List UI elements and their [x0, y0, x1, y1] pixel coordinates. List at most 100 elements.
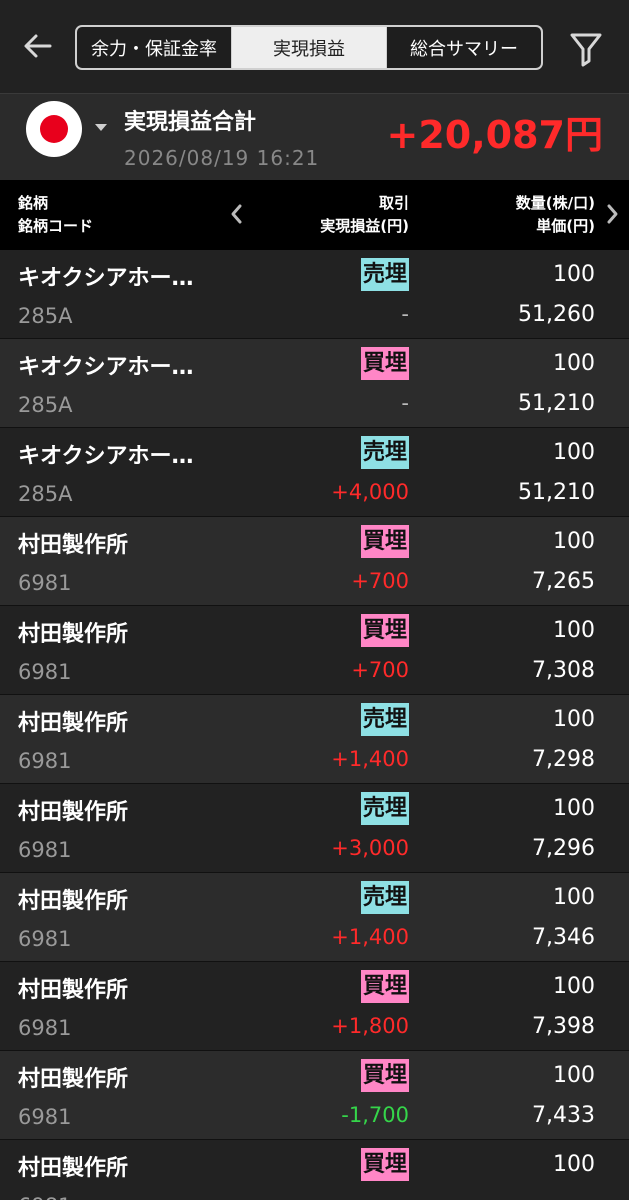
- top-bar: 余力・保証金率 実現損益 総合サマリー: [0, 0, 629, 94]
- quantity: 100: [553, 351, 595, 376]
- trade-type-badge: 買埋: [360, 525, 409, 558]
- header-col-name: 銘柄 銘柄コード: [18, 192, 93, 238]
- chevron-right-icon[interactable]: [603, 202, 621, 226]
- table-row[interactable]: 村田製作所 6981 売埋 +1,400 100 7,346: [0, 873, 629, 962]
- table-row[interactable]: 村田製作所 6981 買埋 +700 100 7,265: [0, 517, 629, 606]
- unit-price: 7,265: [532, 569, 595, 594]
- stock-name: 村田製作所: [18, 533, 129, 558]
- stock-name: キオクシアホー…: [18, 266, 194, 291]
- stock-code: 6981: [18, 927, 72, 951]
- tab-realized-pnl[interactable]: 実現損益: [231, 27, 386, 68]
- chevron-down-icon[interactable]: [95, 124, 107, 131]
- trade-type-badge: 売埋: [360, 792, 409, 825]
- header-name-label: 銘柄: [18, 194, 49, 212]
- stock-name: キオクシアホー…: [18, 444, 194, 469]
- quantity: 100: [553, 974, 595, 999]
- back-arrow-svg: [24, 34, 52, 58]
- stock-name: 村田製作所: [18, 800, 129, 825]
- trade-type-badge: 買埋: [360, 970, 409, 1003]
- quantity: 100: [553, 796, 595, 821]
- quantity: 100: [553, 1063, 595, 1088]
- unit-price: 7,296: [532, 836, 595, 861]
- summary-panel: 実現損益合計 2026/08/19 16:21 +20,087円: [0, 94, 629, 180]
- trade-type-badge: 買埋: [360, 347, 409, 380]
- quantity: 100: [553, 529, 595, 554]
- chevron-left-svg: [231, 204, 242, 224]
- realized-pnl: -1,700: [341, 1103, 409, 1127]
- table-row[interactable]: 村田製作所 6981 買埋 -1,700 100 7,433: [0, 1051, 629, 1140]
- trade-type-badge: 売埋: [360, 881, 409, 914]
- realized-pnl: +3,000: [331, 836, 409, 860]
- header-trade-label: 取引: [378, 194, 409, 212]
- table-row[interactable]: キオクシアホー… 285A 売埋 +4,000 100 51,210: [0, 428, 629, 517]
- stock-name: 村田製作所: [18, 1067, 129, 1092]
- quantity: 100: [553, 618, 595, 643]
- realized-pnl: -: [401, 391, 409, 415]
- stock-code: 6981: [18, 749, 72, 773]
- filter-svg: [570, 33, 602, 67]
- header-pnl-label: 実現損益(円): [320, 217, 409, 235]
- table-row[interactable]: キオクシアホー… 285A 売埋 - 100 51,260: [0, 250, 629, 339]
- unit-price: 7,298: [532, 747, 595, 772]
- summary-total: +20,087円: [386, 113, 603, 157]
- header-price-label: 単価(円): [536, 217, 595, 235]
- realized-pnl: +1,800: [331, 1014, 409, 1038]
- realized-pnl: -: [401, 302, 409, 326]
- unit-price: 7,308: [532, 658, 595, 683]
- realized-pnl: +700: [351, 569, 409, 593]
- stock-code: 285A: [18, 304, 73, 328]
- header-code-label: 銘柄コード: [18, 217, 94, 235]
- stock-name: 村田製作所: [18, 1156, 129, 1181]
- trade-type-badge: 売埋: [360, 703, 409, 736]
- unit-price: 7,398: [532, 1014, 595, 1039]
- tab-summary[interactable]: 総合サマリー: [386, 27, 541, 68]
- stock-code: 6981: [18, 838, 72, 862]
- unit-price: 7,433: [532, 1103, 595, 1128]
- table-row[interactable]: 村田製作所 6981 売埋 +1,400 100 7,298: [0, 695, 629, 784]
- stock-name: キオクシアホー…: [18, 355, 194, 380]
- table-row[interactable]: 村田製作所 6981 売埋 +3,000 100 7,296: [0, 784, 629, 873]
- quantity: 100: [553, 885, 595, 910]
- trade-type-badge: 買埋: [360, 1059, 409, 1092]
- segmented-tabs: 余力・保証金率 実現損益 総合サマリー: [75, 25, 543, 70]
- quantity: 100: [553, 262, 595, 287]
- summary-date: 2026/08/19 16:21: [124, 146, 320, 170]
- table-header: 銘柄 銘柄コード 取引 実現損益(円) 数量(株/口) 単価(円): [0, 180, 629, 250]
- unit-price: 51,210: [518, 480, 595, 505]
- japan-flag-icon[interactable]: [26, 101, 82, 157]
- table-row[interactable]: キオクシアホー… 285A 買埋 - 100 51,210: [0, 339, 629, 428]
- realized-pnl: +4,000: [331, 480, 409, 504]
- filter-icon[interactable]: [566, 28, 606, 68]
- chevron-left-icon[interactable]: [228, 202, 246, 226]
- trade-type-badge: 売埋: [360, 436, 409, 469]
- header-qty-label: 数量(株/口): [515, 194, 595, 212]
- realized-pnl: +1,400: [331, 747, 409, 771]
- trade-type-badge: 買埋: [360, 614, 409, 647]
- stock-name: 村田製作所: [18, 889, 129, 914]
- header-col-qty: 数量(株/口) 単価(円): [516, 192, 595, 238]
- header-col-trade: 取引 実現損益(円): [320, 192, 409, 238]
- quantity: 100: [553, 707, 595, 732]
- stock-name: 村田製作所: [18, 622, 129, 647]
- tab-margin[interactable]: 余力・保証金率: [77, 27, 231, 68]
- stock-name: 村田製作所: [18, 711, 129, 736]
- stock-code: 6981: [18, 660, 72, 684]
- quantity: 100: [553, 440, 595, 465]
- stock-code: 6981: [18, 1194, 71, 1200]
- table-row[interactable]: 村田製作所 6981 買埋 +1,800 100 7,398: [0, 962, 629, 1051]
- stock-name: 村田製作所: [18, 978, 129, 1003]
- stock-code: 285A: [18, 482, 73, 506]
- summary-title: 実現損益合計: [124, 110, 257, 135]
- table-row[interactable]: 村田製作所 6981 買埋 +700 100 7,308: [0, 606, 629, 695]
- stock-code: 285A: [18, 393, 73, 417]
- trade-list: キオクシアホー… 285A 売埋 - 100 51,260 キオクシアホー… 2…: [0, 250, 629, 1200]
- stock-code: 6981: [18, 1016, 72, 1040]
- realized-pnl: +700: [351, 658, 409, 682]
- trade-type-badge: 買埋: [360, 1148, 409, 1181]
- stock-code: 6981: [18, 571, 72, 595]
- realized-pnl: +1,400: [331, 925, 409, 949]
- chevron-right-svg: [607, 204, 618, 224]
- table-row[interactable]: 村田製作所 6981 買埋 100: [0, 1140, 629, 1200]
- back-arrow-icon[interactable]: [20, 28, 56, 64]
- stock-code: 6981: [18, 1105, 72, 1129]
